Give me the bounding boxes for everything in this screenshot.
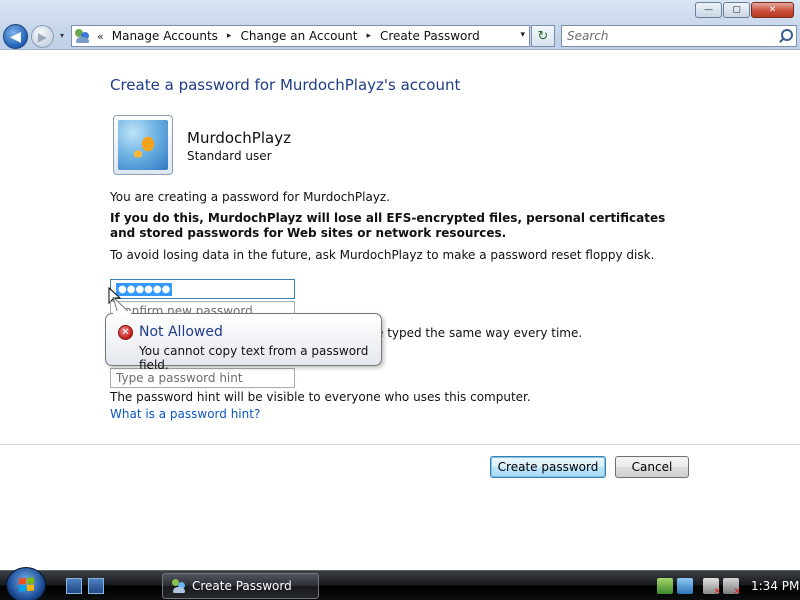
address-dropdown-icon[interactable]: ▾: [520, 30, 525, 40]
taskbar-window-label: Create Password: [192, 579, 292, 593]
avatar: [113, 115, 173, 175]
search-box[interactable]: [561, 25, 797, 47]
refresh-button[interactable]: ↻: [531, 25, 555, 47]
create-password-button[interactable]: Create password: [490, 456, 606, 478]
breadcrumb-manage-accounts[interactable]: Manage Accounts: [112, 29, 218, 43]
forward-button[interactable]: ▶: [31, 25, 54, 48]
window-controls: — ▢ ✕: [695, 2, 794, 18]
breadcrumb-separator-icon[interactable]: ▸: [227, 31, 232, 41]
breadcrumb-overflow-button[interactable]: «: [97, 30, 104, 43]
user-accounts-icon: [171, 578, 187, 594]
taskbar: Create Password 1:34 PM: [0, 567, 800, 600]
window-chrome: — ▢ ✕ ◀ ▶ ▾ « Manage Accounts ▸ Change a…: [0, 0, 800, 50]
advice-text: To avoid losing data in the future, ask …: [110, 248, 655, 262]
password-selection: ●●●●●●: [116, 283, 173, 296]
warning-text: If you do this, MurdochPlayz will lose a…: [110, 211, 666, 240]
user-type: Standard user: [187, 149, 272, 163]
back-button[interactable]: ◀: [3, 24, 28, 49]
start-button[interactable]: [6, 567, 46, 600]
password-hint-help-link[interactable]: What is a password hint?: [110, 407, 260, 421]
address-bar[interactable]: « Manage Accounts ▸ Change an Account ▸ …: [71, 25, 530, 47]
close-button[interactable]: ✕: [751, 2, 794, 18]
error-icon: ✕: [118, 325, 133, 340]
breadcrumb-separator-icon[interactable]: ▸: [366, 31, 371, 41]
system-tray: 1:34 PM: [645, 571, 800, 600]
clock[interactable]: 1:34 PM: [751, 579, 799, 593]
network-disconnected-icon[interactable]: [703, 578, 721, 597]
forward-arrow-icon: ▶: [37, 29, 48, 44]
not-allowed-balloon: ✕ Not Allowed You cannot copy text from …: [105, 313, 382, 372]
switch-windows-icon[interactable]: [88, 578, 104, 594]
maximize-button[interactable]: ▢: [723, 2, 750, 18]
divider: [0, 444, 800, 445]
cancel-button[interactable]: Cancel: [615, 456, 689, 478]
taskbar-window-create-password[interactable]: Create Password: [162, 573, 319, 599]
user-accounts-icon: [74, 28, 91, 45]
search-icon[interactable]: [778, 29, 793, 43]
balloon-tail-joint: [113, 311, 131, 315]
show-desktop-icon[interactable]: [66, 578, 82, 594]
balloon-title: Not Allowed: [139, 324, 223, 340]
search-input[interactable]: [567, 29, 767, 43]
intro-text: You are creating a password for MurdochP…: [110, 190, 391, 204]
refresh-icon: ↻: [537, 28, 549, 44]
page-title: Create a password for MurdochPlayz's acc…: [110, 76, 461, 94]
balloon-message: You cannot copy text from a password fie…: [139, 344, 369, 372]
volume-muted-icon[interactable]: [723, 578, 741, 597]
security-center-icon[interactable]: [677, 578, 693, 594]
back-arrow-icon: ◀: [10, 28, 21, 45]
goldfish-avatar-image: [118, 120, 168, 170]
recent-pages-dropdown[interactable]: ▾: [57, 31, 67, 41]
hint-visibility-note: The password hint will be visible to eve…: [110, 390, 531, 404]
breadcrumb-create-password[interactable]: Create Password: [380, 29, 480, 43]
user-name: MurdochPlayz: [187, 129, 291, 147]
minimize-button[interactable]: —: [695, 2, 722, 18]
breadcrumb-change-an-account[interactable]: Change an Account: [240, 29, 357, 43]
network-status-icon[interactable]: [657, 578, 673, 594]
case-sensitivity-note: e typed the same way every time.: [376, 326, 583, 340]
